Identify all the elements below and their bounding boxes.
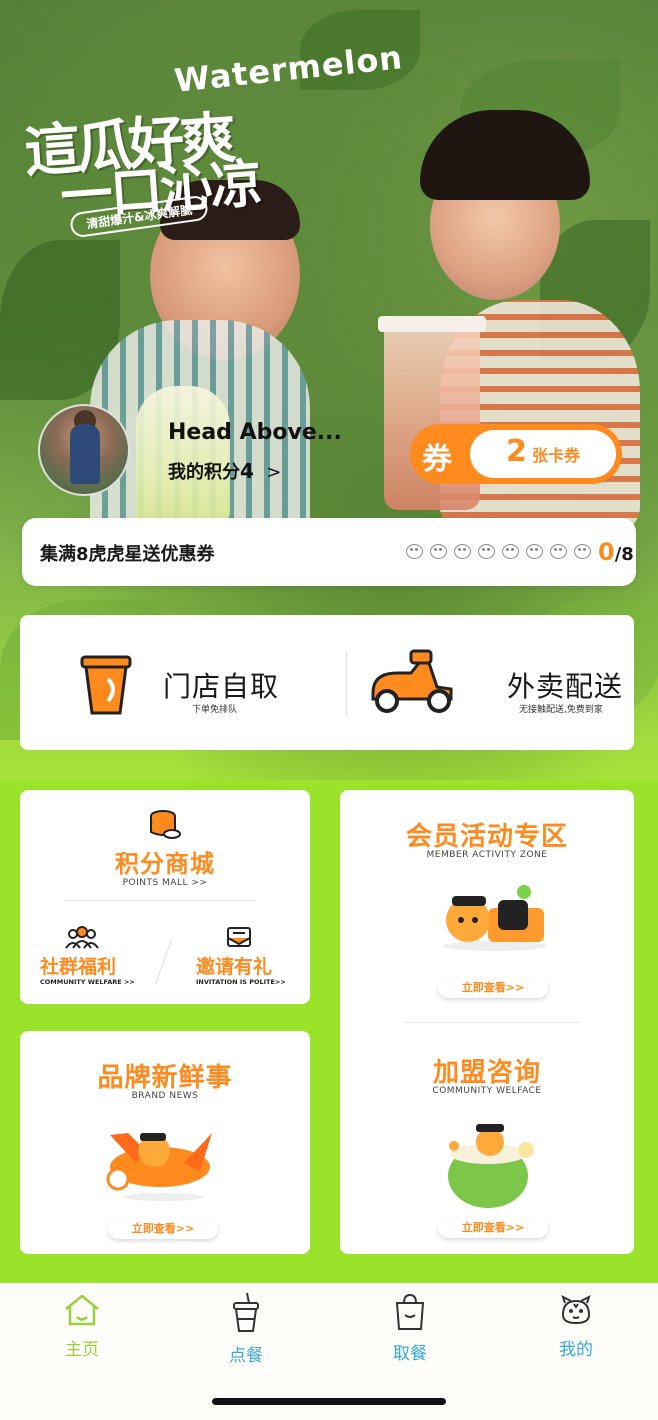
stamp-slot-icon	[430, 544, 447, 559]
stamp-slot-icon	[454, 544, 471, 559]
group-icon	[65, 926, 99, 949]
stamp-slot-icon	[502, 544, 519, 559]
points-mall-sub[interactable]: POINTS MALL >>	[20, 878, 310, 888]
shopping-bag-icon	[395, 1293, 425, 1330]
community-title: 社群福利	[40, 956, 117, 978]
user-name: Head Above...	[168, 420, 342, 445]
points-link[interactable]: 我的积分4 >	[168, 458, 281, 484]
franchise-view-button[interactable]: 立即查看>>	[438, 1218, 548, 1238]
stamp-total: /8	[614, 544, 634, 565]
coconut-tiger-illustration	[448, 1124, 534, 1208]
cup-icon	[233, 1292, 259, 1332]
invitation-title: 邀请有礼	[196, 956, 273, 978]
stamp-count: 0/8	[598, 538, 634, 566]
tab-pickup-label: 取餐	[393, 1344, 427, 1364]
coupon-unit: 张卡券	[531, 446, 580, 465]
franchise-title[interactable]: 加盟咨询	[340, 1052, 634, 1089]
brand-news-view-button[interactable]: 立即查看>>	[108, 1219, 218, 1239]
cup-lid	[378, 316, 486, 332]
drink-cup-green	[136, 386, 230, 526]
stamp-title: 集满8虎虎星送优惠券	[40, 544, 215, 565]
member-zone-title[interactable]: 会员活动专区	[340, 816, 634, 853]
delivery-sub: 无接触配送,免费到家	[519, 705, 603, 715]
brand-news-sub: BRAND NEWS	[131, 1091, 199, 1101]
avatar[interactable]	[38, 404, 130, 496]
tiger-illustration	[443, 885, 547, 951]
delivery-option[interactable]: 外卖配送 无接触配送,免费到家	[347, 615, 647, 750]
member-franchise-card: 会员活动专区 MEMBER ACTIVITY ZONE 立即查看>> 加盟咨询 …	[340, 790, 634, 1254]
stamp-progress-card[interactable]: 集满8虎虎星送优惠券 0/8	[22, 518, 636, 586]
promo-title-en: Watermelon	[172, 38, 405, 100]
avatar-figure-body	[70, 424, 100, 484]
divider	[404, 1022, 580, 1023]
stamp-slot-icon	[574, 544, 591, 559]
stamp-slot-icon	[550, 544, 567, 559]
community-sub: COMMUNITY WELFARE >>	[40, 978, 135, 986]
brand-news-card: 品牌新鲜事 BRAND NEWS 立即查看>>	[20, 1031, 310, 1254]
promo-title: Watermelon 這瓜好爽 一口沁凉 清甜爆汁&冰爽解腻	[22, 30, 405, 239]
tab-mine-label: 我的	[559, 1340, 593, 1360]
coupon-count-badge: 2 张卡券	[470, 430, 616, 478]
cup-icon	[80, 655, 132, 715]
tiger-face-icon	[561, 1295, 591, 1325]
tab-pickup[interactable]: 取餐	[360, 1293, 460, 1364]
stamp-slot-icon	[406, 544, 423, 559]
tab-mine[interactable]: 我的	[526, 1293, 626, 1360]
home-indicator	[212, 1398, 446, 1405]
franchise-sub: COMMUNITY WELFACE	[432, 1086, 542, 1096]
invitation-sub: INVITATION IS POLITE>>	[196, 978, 286, 986]
invitation-link[interactable]: 邀请有礼 INVITATION IS POLITE>>	[188, 920, 308, 990]
home-icon	[65, 1294, 99, 1326]
divider	[154, 939, 173, 985]
member-zone-sub: MEMBER ACTIVITY ZONE	[426, 850, 548, 860]
points-mall-card: 积分商城 POINTS MALL >> 社群福利 COMMUNITY WELFA…	[20, 790, 310, 1004]
chevron-right-icon: >	[266, 462, 282, 483]
tab-home-label: 主页	[65, 1340, 99, 1360]
coupon-count: 2	[506, 434, 527, 469]
points-label: 我的积分	[168, 462, 240, 483]
tab-order-label: 点餐	[229, 1346, 263, 1366]
order-mode-card: 门店自取 下单免排队 外卖配送 无接触配送,免费到家	[20, 615, 634, 750]
pickup-label: 门店自取	[163, 670, 280, 703]
tab-home[interactable]: 主页	[32, 1293, 132, 1360]
stamp-current: 0	[598, 538, 615, 566]
stamp-slot-icon	[478, 544, 495, 559]
pickup-option[interactable]: 门店自取 下单免排队	[20, 615, 320, 750]
tab-order[interactable]: 点餐	[196, 1292, 296, 1366]
community-welfare-link[interactable]: 社群福利 COMMUNITY WELFARE >>	[30, 920, 150, 990]
coupon-icon: 券	[422, 442, 452, 477]
brand-news-title[interactable]: 品牌新鲜事	[20, 1057, 310, 1094]
coins-icon	[150, 810, 181, 839]
pickup-sub: 下单免排队	[192, 705, 238, 715]
envelope-icon	[227, 927, 251, 947]
coupon-button[interactable]: 券 2 张卡券	[410, 424, 622, 484]
points-value: 4	[240, 459, 254, 483]
divider	[64, 900, 256, 901]
stamp-slots	[406, 544, 591, 559]
delivery-label: 外卖配送	[507, 670, 624, 703]
plane-tiger-illustration	[106, 1133, 212, 1201]
points-mall-title[interactable]: 积分商城	[20, 844, 310, 879]
scooter-icon	[371, 649, 453, 713]
member-zone-view-button[interactable]: 立即查看>>	[438, 978, 548, 998]
stamp-slot-icon	[526, 544, 543, 559]
